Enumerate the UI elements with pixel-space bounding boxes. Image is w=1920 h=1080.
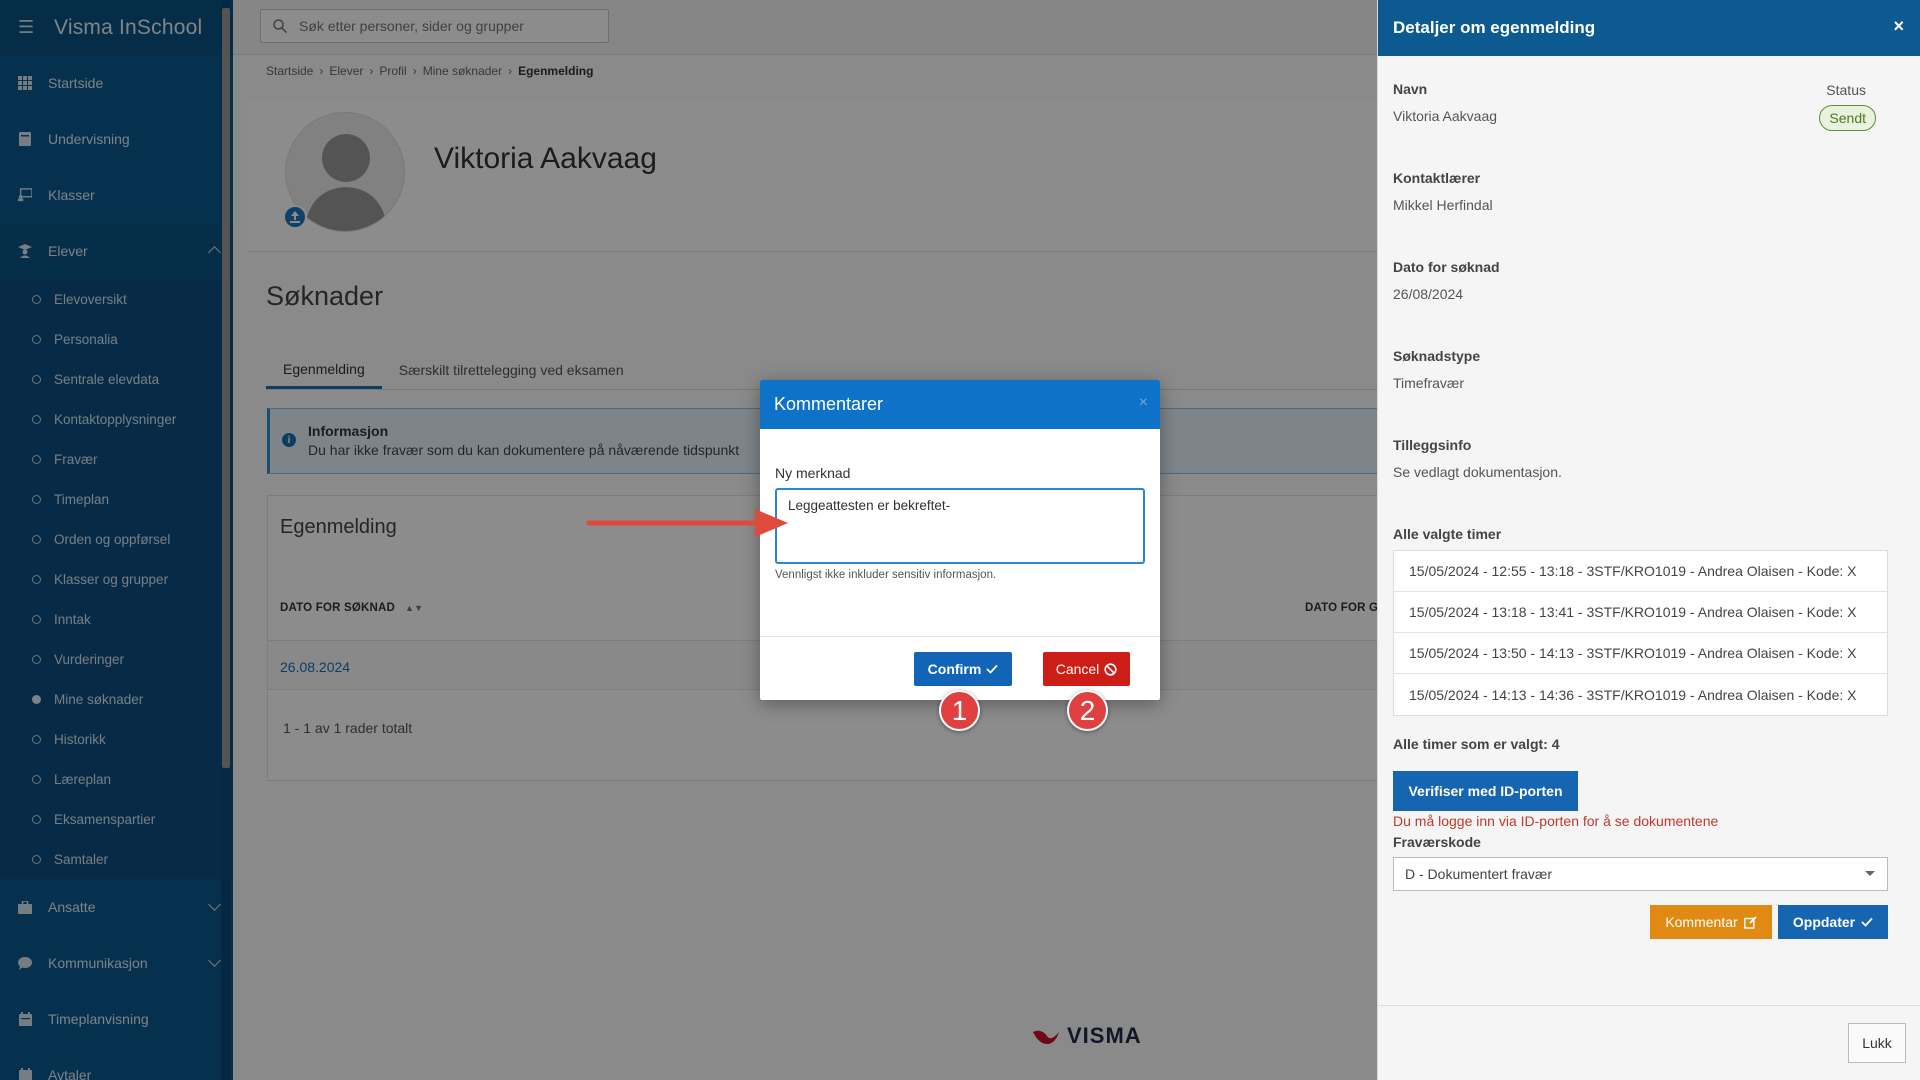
panel-footer: Lukk [1378, 1005, 1920, 1080]
edit-icon [1743, 915, 1757, 929]
teacher-label: Kontaktlærer [1393, 170, 1481, 186]
modal-divider [760, 636, 1160, 637]
date-label: Dato for søknad [1393, 259, 1500, 275]
new-note-label: Ny merknad [775, 465, 851, 481]
annotation-marker-1: 1 [939, 690, 980, 731]
update-button[interactable]: Oppdater [1778, 905, 1888, 939]
caret-down-icon [1865, 871, 1875, 876]
check-icon [1861, 917, 1873, 927]
absence-code-select[interactable]: D - Dokumentert fravær [1393, 857, 1888, 891]
button-label: Kommentar [1665, 914, 1738, 930]
select-value: D - Dokumentert fravær [1405, 866, 1553, 882]
comment-button[interactable]: Kommentar [1650, 905, 1772, 939]
cancel-button[interactable]: Cancel [1043, 652, 1130, 686]
list-item: 15/05/2024 - 13:50 - 14:13 - 3STF/KRO101… [1394, 633, 1887, 674]
list-item: 15/05/2024 - 14:13 - 14:36 - 3STF/KRO101… [1409, 686, 1857, 703]
details-panel: Detaljer om egenmelding × Navn Viktoria … [1377, 0, 1920, 1080]
button-label: Cancel [1055, 661, 1100, 677]
date-value: 26/08/2024 [1393, 286, 1464, 302]
modal-backdrop[interactable] [0, 0, 1377, 1080]
comments-modal: Kommentarer × Ny merknad Vennligst ikke … [760, 380, 1160, 700]
name-label: Navn [1393, 81, 1428, 97]
modal-header: Kommentarer × [760, 380, 1160, 429]
close-icon[interactable]: × [1893, 16, 1904, 36]
timer-list: 15/05/2024 - 12:55 - 13:18 - 3STF/KRO101… [1393, 550, 1888, 716]
confirm-button[interactable]: Confirm [914, 652, 1012, 686]
name-value: Viktoria Aakvaag [1393, 108, 1498, 124]
type-label: Søknadstype [1393, 348, 1481, 364]
teacher-value: Mikkel Herfindal [1393, 197, 1493, 213]
sensitive-info-hint: Vennligst ikke inkluder sensitiv informa… [775, 569, 997, 581]
button-label: Confirm [927, 661, 982, 677]
button-label: Oppdater [1792, 914, 1856, 930]
code-label: Fraværskode [1393, 834, 1481, 850]
ban-icon [1104, 662, 1117, 676]
new-note-textarea[interactable] [775, 488, 1145, 564]
type-value: Timefravær [1393, 375, 1465, 391]
status-label: Status [1826, 82, 1866, 98]
panel-header: Detaljer om egenmelding × [1378, 0, 1920, 56]
panel-title: Detaljer om egenmelding [1393, 18, 1596, 37]
check-icon [986, 664, 998, 674]
modal-title: Kommentarer [774, 394, 884, 414]
timers-count: Alle timer som er valgt: 4 [1393, 736, 1560, 752]
extra-label: Tilleggsinfo [1393, 437, 1472, 453]
close-icon[interactable]: × [1139, 394, 1148, 412]
login-warning: Du må logge inn via ID-porten for å se d… [1393, 813, 1719, 829]
timers-label: Alle valgte timer [1393, 526, 1502, 542]
list-item: 15/05/2024 - 13:18 - 13:41 - 3STF/KRO101… [1394, 592, 1887, 633]
extra-value: Se vedlagt dokumentasjon. [1393, 464, 1562, 480]
list-item: 15/05/2024 - 12:55 - 13:18 - 3STF/KRO101… [1394, 551, 1887, 592]
verify-id-porten-button[interactable]: Verifiser med ID-porten [1393, 771, 1578, 811]
annotation-marker-2: 2 [1067, 690, 1108, 731]
annotation-arrow [586, 509, 788, 537]
status-badge: Sendt [1819, 105, 1876, 131]
close-panel-button[interactable]: Lukk [1848, 1023, 1906, 1063]
